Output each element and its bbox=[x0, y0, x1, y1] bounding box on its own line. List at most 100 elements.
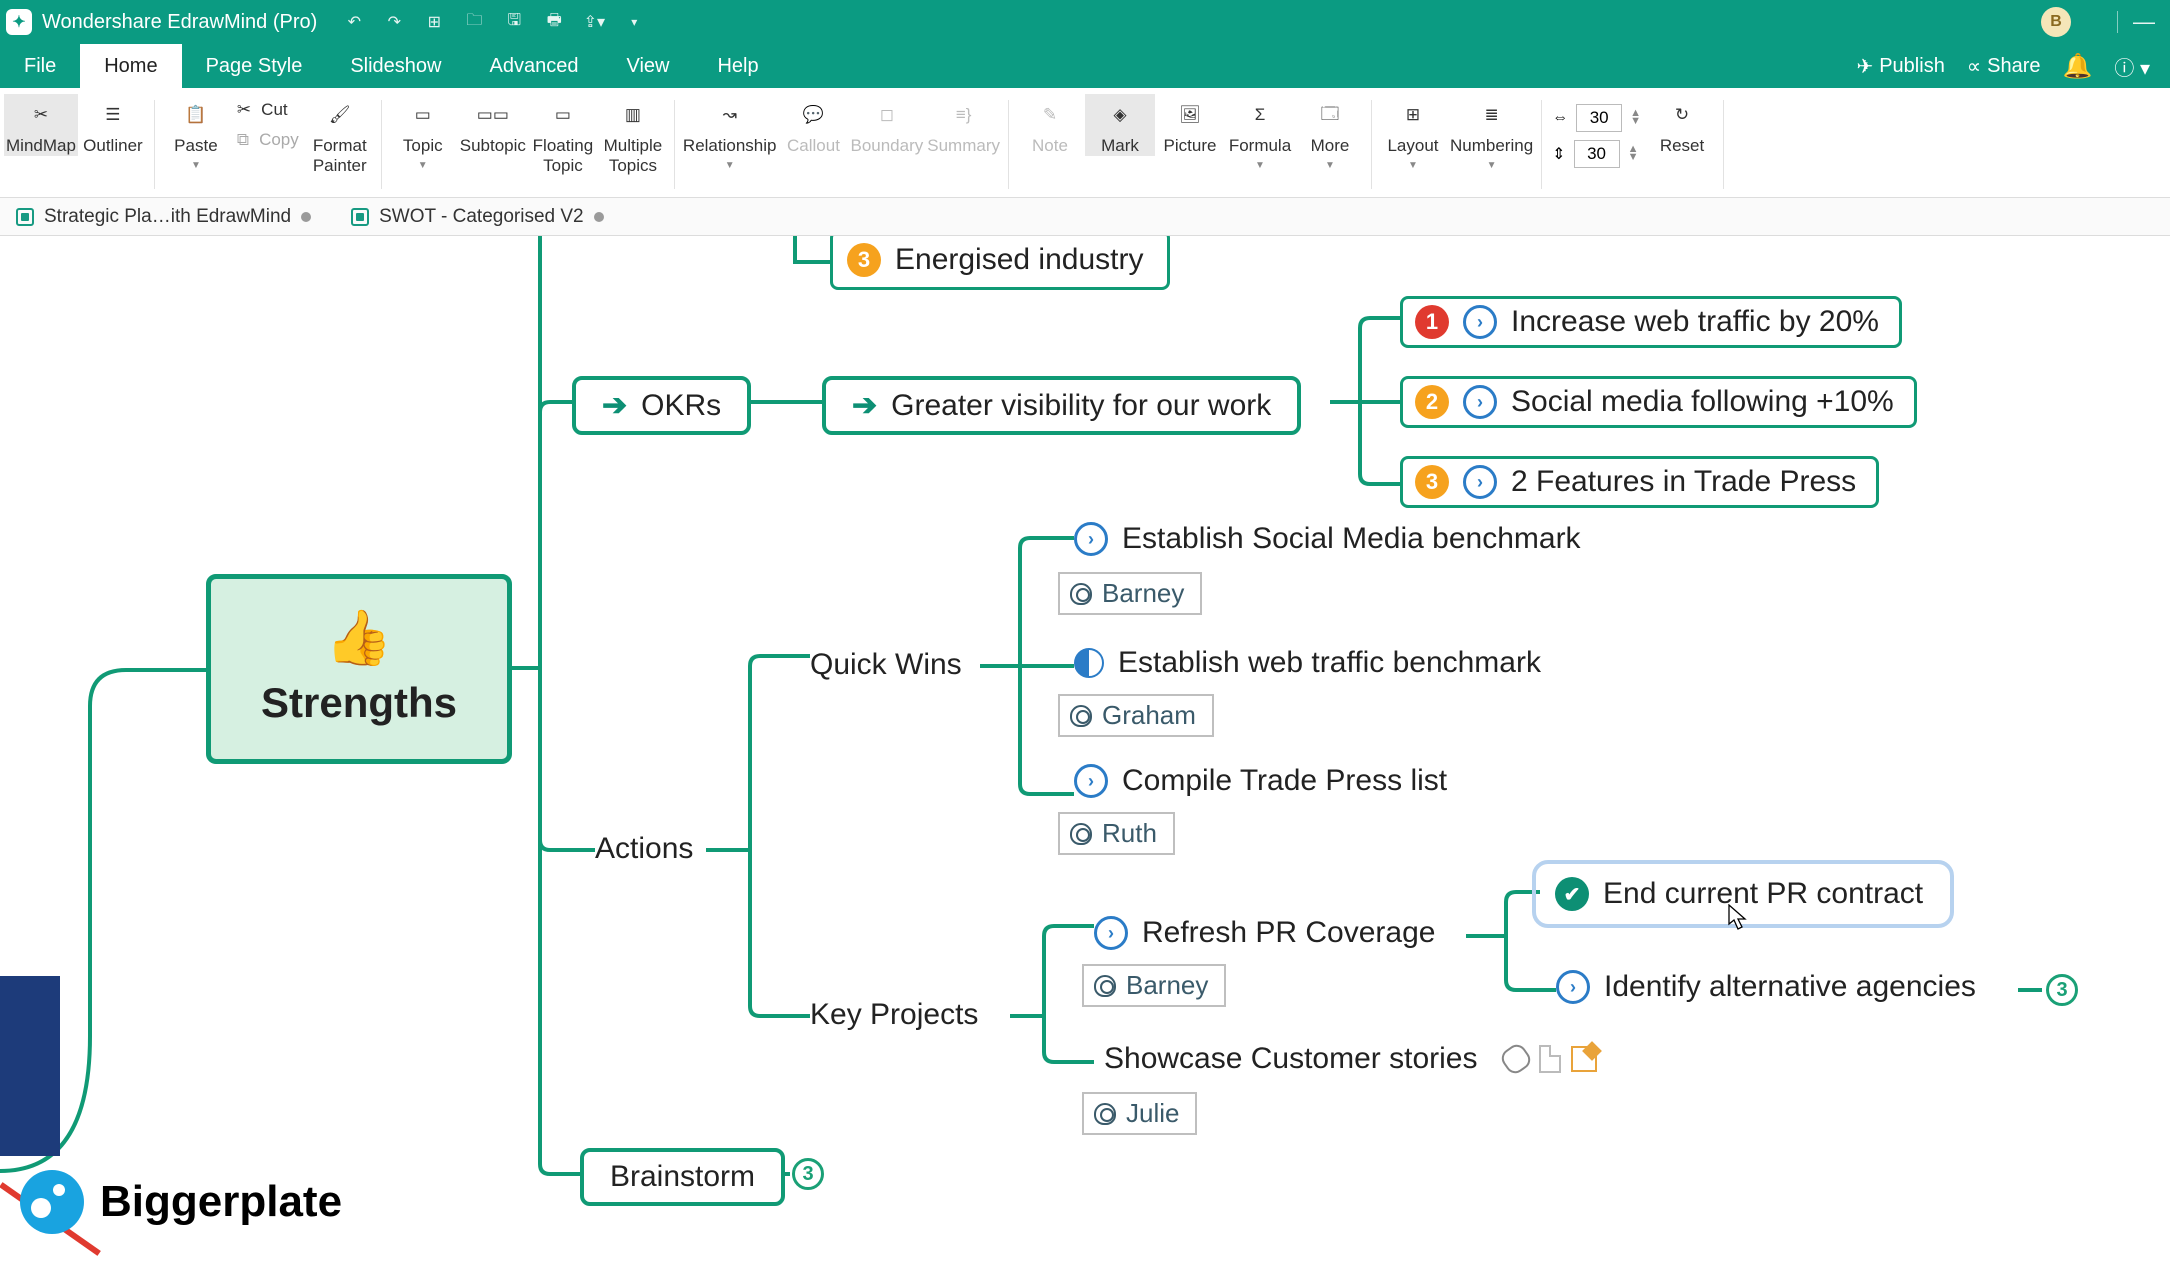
file-icon bbox=[16, 208, 34, 226]
node-showcase[interactable]: Showcase Customer stories bbox=[1104, 1042, 1597, 1076]
floating-topic-button[interactable]: ▭FloatingTopic bbox=[528, 94, 598, 176]
note-button[interactable]: ✎Note bbox=[1015, 94, 1085, 156]
export-icon[interactable]: ⇪▾ bbox=[583, 11, 605, 33]
menu-home[interactable]: Home bbox=[80, 44, 181, 88]
undo-icon[interactable]: ↶ bbox=[343, 11, 365, 33]
assignee-name: Julie bbox=[1126, 1098, 1179, 1129]
root-node-strengths[interactable]: 👍 Strengths bbox=[206, 574, 512, 764]
node-qw3[interactable]: › Compile Trade Press list bbox=[1074, 764, 1447, 798]
node-label: End current PR contract bbox=[1603, 877, 1923, 911]
numbering-button[interactable]: ≣Numbering▼ bbox=[1448, 94, 1535, 171]
node-kr3[interactable]: 3 › 2 Features in Trade Press bbox=[1400, 456, 1879, 508]
vspace-control[interactable]: ⇕▲▼ bbox=[1552, 140, 1641, 168]
node-quick-wins[interactable]: Quick Wins bbox=[810, 648, 962, 682]
topic-button[interactable]: ▭Topic▼ bbox=[388, 94, 458, 171]
check-complete-icon: ✔ bbox=[1555, 877, 1589, 911]
node-label: Establish web traffic benchmark bbox=[1118, 646, 1541, 680]
progress-half-icon bbox=[1074, 648, 1104, 678]
node-key-projects[interactable]: Key Projects bbox=[810, 998, 978, 1032]
print-icon[interactable]: 🖶 bbox=[543, 11, 565, 33]
cut-label: Cut bbox=[261, 100, 287, 120]
floating-l2: Topic bbox=[543, 156, 583, 176]
node-okrs[interactable]: ➔ OKRs bbox=[572, 376, 751, 435]
assignee-tag-julie[interactable]: Julie bbox=[1082, 1092, 1197, 1135]
copy-button[interactable]: ⧉Copy bbox=[237, 130, 299, 150]
user-avatar[interactable]: B bbox=[2041, 7, 2071, 37]
priority-3-badge: 3 bbox=[847, 243, 881, 277]
stepper-icon[interactable]: ▲▼ bbox=[1628, 146, 1639, 161]
outliner-button[interactable]: ☰Outliner bbox=[78, 94, 148, 156]
node-kr1[interactable]: 1 › Increase web traffic by 20% bbox=[1400, 296, 1902, 348]
node-energised-industry[interactable]: 3 Energised industry bbox=[830, 236, 1170, 290]
reset-button[interactable]: ↻Reset bbox=[1647, 94, 1717, 195]
menu-view[interactable]: View bbox=[602, 44, 693, 88]
menu-file[interactable]: File bbox=[0, 44, 80, 88]
mindmap-label: MindMap bbox=[6, 136, 76, 156]
document-icon[interactable] bbox=[1539, 1045, 1561, 1073]
assignee-tag-barney-2[interactable]: Barney bbox=[1082, 964, 1226, 1007]
file-icon bbox=[351, 208, 369, 226]
node-greater-visibility[interactable]: ➔ Greater visibility for our work bbox=[822, 376, 1301, 435]
node-label: Identify alternative agencies bbox=[1604, 970, 1976, 1004]
collapsed-count-brainstorm[interactable]: 3 bbox=[792, 1158, 824, 1190]
node-actions[interactable]: Actions bbox=[595, 832, 693, 866]
document-tab-1[interactable]: Strategic Pla…ith EdrawMind bbox=[8, 202, 319, 232]
save-icon[interactable]: 🖫 bbox=[503, 11, 525, 33]
mark-button[interactable]: ◈Mark bbox=[1085, 94, 1155, 156]
menu-help[interactable]: Help bbox=[693, 44, 782, 88]
help-icon[interactable]: ⓘ ▾ bbox=[2114, 52, 2150, 81]
open-icon[interactable]: 🗀 bbox=[463, 11, 485, 33]
relationship-icon: ↝ bbox=[713, 100, 747, 130]
multiple-topics-button[interactable]: ▥MultipleTopics bbox=[598, 94, 668, 176]
bell-icon[interactable]: 🔔 bbox=[2063, 52, 2093, 81]
qat-customize-icon[interactable]: ▾ bbox=[623, 11, 645, 33]
format-painter-icon: 🖌 bbox=[323, 100, 357, 130]
vspace-input[interactable] bbox=[1574, 140, 1620, 168]
arrow-right-icon: ➔ bbox=[852, 388, 877, 423]
formula-button[interactable]: ΣFormula▼ bbox=[1225, 94, 1295, 171]
cut-button[interactable]: ✂Cut bbox=[237, 100, 299, 120]
mindmap-button[interactable]: ✂MindMap bbox=[4, 94, 78, 156]
relationship-button[interactable]: ↝Relationship▼ bbox=[681, 94, 779, 171]
node-identify-agencies[interactable]: › Identify alternative agencies bbox=[1556, 970, 1976, 1004]
node-qw2[interactable]: Establish web traffic benchmark bbox=[1074, 646, 1541, 680]
format-painter-button[interactable]: 🖌FormatPainter bbox=[305, 94, 375, 176]
paste-button[interactable]: 📋Paste▼ bbox=[161, 94, 231, 171]
boundary-button[interactable]: ◻Boundary bbox=[848, 94, 925, 156]
topic-icon: ▭ bbox=[406, 100, 440, 130]
progress-icon: › bbox=[1463, 305, 1497, 339]
subtopic-button[interactable]: ▭▭Subtopic bbox=[458, 94, 528, 156]
node-refresh-pr[interactable]: › Refresh PR Coverage bbox=[1094, 916, 1435, 950]
progress-icon: › bbox=[1074, 522, 1108, 556]
minimize-button[interactable]: — bbox=[2124, 9, 2164, 35]
node-brainstorm[interactable]: Brainstorm bbox=[580, 1148, 785, 1206]
assignee-tag-ruth[interactable]: Ruth bbox=[1058, 812, 1175, 855]
node-label: 2 Features in Trade Press bbox=[1511, 465, 1856, 499]
node-qw1[interactable]: › Establish Social Media benchmark bbox=[1074, 522, 1581, 556]
assignee-tag-barney-1[interactable]: Barney bbox=[1058, 572, 1202, 615]
redo-icon[interactable]: ↷ bbox=[383, 11, 405, 33]
arrow-right-icon: ➔ bbox=[602, 388, 627, 423]
layout-button[interactable]: ⊞Layout▼ bbox=[1378, 94, 1448, 171]
menu-advanced[interactable]: Advanced bbox=[466, 44, 603, 88]
hspace-input[interactable] bbox=[1576, 104, 1622, 132]
link-icon[interactable] bbox=[1498, 1041, 1534, 1077]
callout-button[interactable]: 💬Callout bbox=[778, 94, 848, 156]
publish-button[interactable]: ✈ Publish bbox=[1856, 54, 1944, 79]
edit-icon[interactable] bbox=[1571, 1046, 1597, 1072]
summary-button[interactable]: ≡}Summary bbox=[925, 94, 1002, 156]
new-icon[interactable]: ⊞ bbox=[423, 11, 445, 33]
document-tab-2[interactable]: SWOT - Categorised V2 bbox=[343, 202, 612, 232]
menu-page-style[interactable]: Page Style bbox=[182, 44, 327, 88]
share-button[interactable]: ∝ Share bbox=[1967, 54, 2041, 79]
node-kr2[interactable]: 2 › Social media following +10% bbox=[1400, 376, 1917, 428]
assignee-tag-graham[interactable]: Graham bbox=[1058, 694, 1214, 737]
hspace-control[interactable]: ⇔▲▼ bbox=[1552, 104, 1641, 132]
menu-slideshow[interactable]: Slideshow bbox=[326, 44, 465, 88]
topic-label: Topic bbox=[403, 136, 443, 156]
more-button[interactable]: 🗔More▼ bbox=[1295, 94, 1365, 171]
collapsed-count-3[interactable]: 3 bbox=[2046, 974, 2078, 1006]
canvas[interactable]: 3 Energised industry 👍 Strengths ➔ OKRs … bbox=[0, 236, 2170, 1264]
stepper-icon[interactable]: ▲▼ bbox=[1630, 110, 1641, 125]
picture-button[interactable]: 🖼Picture bbox=[1155, 94, 1225, 156]
